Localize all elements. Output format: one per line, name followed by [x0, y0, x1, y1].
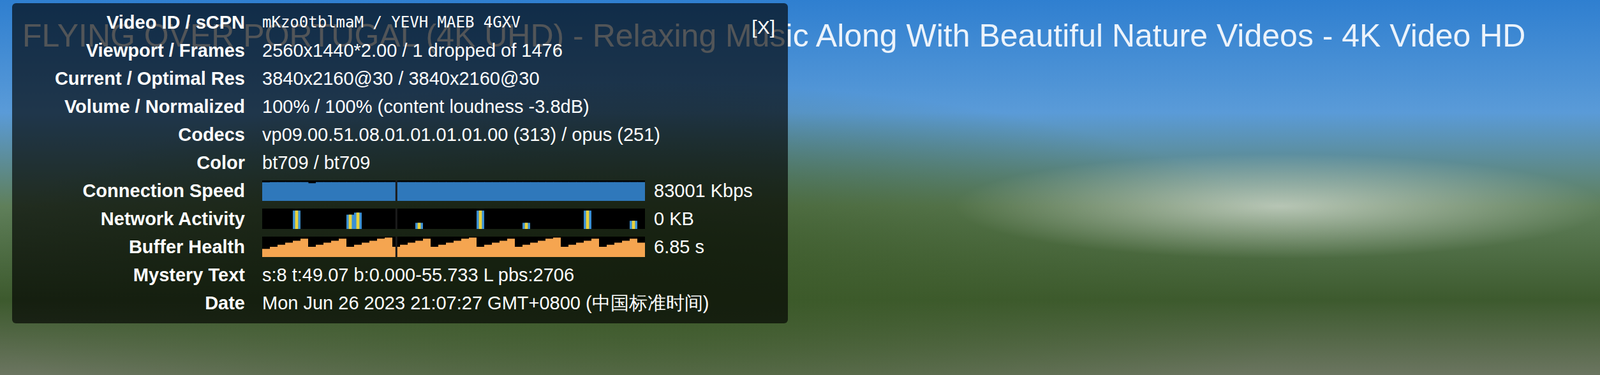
close-button[interactable]: [X]: [751, 14, 776, 41]
stat-value: 2560x1440*2.00 / 1 dropped of 1476: [262, 36, 776, 65]
stat-label: Connection Speed: [24, 176, 245, 205]
stat-label: Codecs: [24, 120, 245, 149]
stat-graph: [262, 180, 645, 201]
stat-label: Buffer Health: [24, 232, 245, 261]
stat-label: Viewport / Frames: [24, 36, 245, 65]
stat-reading: 83001 Kbps: [653, 176, 753, 205]
stats-panel: [X] Video ID / sCPN mKzo0tblmaM / YEVH MA…: [12, 3, 788, 324]
stat-reading: 6.85 s: [653, 232, 705, 261]
stat-value: 3840x2160@30 / 3840x2160@30: [262, 64, 776, 93]
stat-graph: [262, 236, 645, 258]
stat-label: Network Activity: [24, 204, 245, 233]
stat-graph-row: 83001 Kbps: [262, 176, 776, 205]
stat-value: mKzo0tblmaM / YEVH MAEB 4GXV: [262, 8, 776, 37]
stat-graph-row: 6.85 s: [262, 232, 776, 261]
video-player[interactable]: FLYING OVER PORTUGAL (4K UHD) - Relaxing…: [0, 0, 1600, 375]
stat-label: Date: [24, 288, 245, 318]
stat-value: s:8 t:49.07 b:0.000-55.733 L pbs:2706: [262, 260, 776, 289]
stat-label: Current / Optimal Res: [24, 64, 245, 93]
stat-label: Volume / Normalized: [24, 92, 245, 121]
stat-label: Video ID / sCPN: [24, 8, 245, 37]
stat-value: vp09.00.51.08.01.01.01.01.00 (313) / opu…: [262, 120, 776, 149]
stat-label: Mystery Text: [24, 260, 245, 289]
stat-reading: 0 KB: [653, 204, 695, 233]
stat-value: 100% / 100% (content loudness -3.8dB): [262, 92, 776, 121]
stat-value: bt709 / bt709: [262, 148, 776, 177]
stat-value: Mon Jun 26 2023 21:07:27 GMT+0800 (中国标准时…: [262, 288, 776, 318]
stat-label: Color: [24, 148, 245, 177]
stat-graph-row: 0 KB: [262, 204, 776, 233]
stat-graph: [262, 208, 645, 230]
